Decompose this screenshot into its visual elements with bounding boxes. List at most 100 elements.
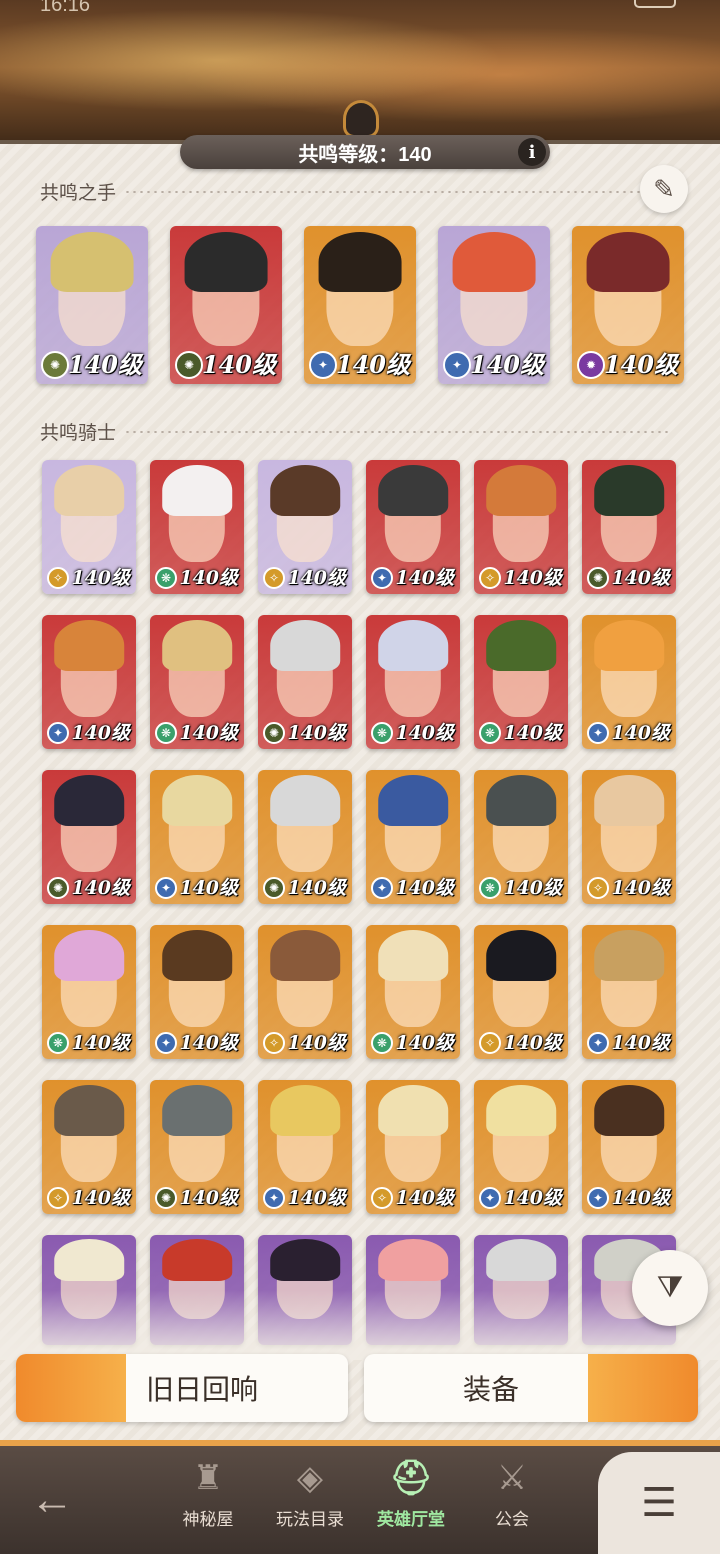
hero-card[interactable]: ✦ 140级 (582, 1080, 676, 1214)
hero-card[interactable]: ❋ 140级 (150, 460, 244, 594)
hero-card[interactable]: ✧ 140级 (474, 460, 568, 594)
hero-level: 140级 (503, 567, 562, 589)
hero-card[interactable]: ✦ 140级 (258, 1080, 352, 1214)
hero-card[interactable]: ❋ 140级 (366, 925, 460, 1059)
nav-catalog[interactable]: ◈ 玩法目录 (265, 1455, 355, 1530)
faction-icon: ❋ (155, 722, 177, 744)
hero-card[interactable]: ✧ 140级 (42, 460, 136, 594)
hero-level: 140级 (287, 1032, 346, 1054)
hero-card[interactable]: ✧ 140级 (258, 925, 352, 1059)
faction-icon: ❋ (155, 567, 177, 589)
hero-portrait-hair (594, 930, 664, 982)
hero-card[interactable]: ❋ 140级 (42, 925, 136, 1059)
resonance-level-bar: 共鸣等级：140 (180, 135, 550, 169)
hero-portrait-hair (486, 1239, 556, 1282)
hero-level: 140级 (611, 567, 670, 589)
nav-hall[interactable]: ⛑ 英雄厅堂 (366, 1455, 456, 1530)
faction-icon: ✦ (587, 722, 609, 744)
knight-section-title: 共鸣骑士 (40, 418, 670, 445)
hero-level: 140级 (201, 350, 276, 379)
echo-button[interactable]: 旧日回响 (16, 1354, 348, 1422)
hero-portrait-hair (54, 1239, 124, 1282)
hero-portrait-hair (54, 930, 124, 982)
hero-card[interactable]: ❋ 140级 (366, 615, 460, 749)
hero-card[interactable]: ✺ 140级 (36, 226, 148, 384)
faction-icon: ✦ (155, 877, 177, 899)
hero-card[interactable]: ✧ 140级 (366, 1080, 460, 1214)
hero-portrait-hair (270, 465, 340, 517)
hero-card[interactable]: ✧ 140级 (582, 770, 676, 904)
equip-art-icon (588, 1354, 698, 1422)
back-arrow-icon: ← (30, 1475, 74, 1524)
info-button[interactable]: i (518, 138, 546, 166)
divider (124, 430, 670, 433)
hero-card[interactable]: ✧ 140级 (474, 925, 568, 1059)
hero-level: 140级 (395, 722, 454, 744)
battery-icon (634, 0, 676, 8)
nav-mystery[interactable]: ♜ 神秘屋 (163, 1455, 253, 1530)
hero-level: 140级 (179, 567, 238, 589)
hero-level: 140级 (395, 1032, 454, 1054)
hero-level: 140级 (503, 1032, 562, 1054)
faction-icon: ✧ (479, 1032, 501, 1054)
hand-section-title: 共鸣之手 (40, 178, 670, 205)
hero-level: 140级 (503, 877, 562, 899)
hero-card[interactable]: ✺ 140级 (258, 615, 352, 749)
hero-card[interactable]: ✹ 140级 (572, 226, 684, 384)
hero-portrait-hair (378, 775, 448, 827)
hero-card[interactable]: ✦ 140级 (474, 1080, 568, 1214)
hero-level: 140级 (71, 567, 130, 589)
hero-level: 140级 (611, 1032, 670, 1054)
hero-portrait-hair (162, 620, 232, 672)
hero-portrait-hair (270, 1239, 340, 1282)
hero-level: 140级 (71, 1032, 130, 1054)
echo-art-icon (16, 1354, 126, 1422)
hero-card[interactable]: ❋ 140级 (474, 615, 568, 749)
hero-card[interactable]: ✦ 140级 (304, 226, 416, 384)
hero-level: 140级 (395, 1187, 454, 1209)
hero-level: 140级 (395, 567, 454, 589)
hero-card[interactable]: ✦ 140级 (438, 226, 550, 384)
faction-icon: ✺ (47, 877, 69, 899)
hero-level: 140级 (395, 877, 454, 899)
hero-portrait-hair (586, 232, 670, 293)
faction-icon: ✦ (309, 351, 337, 379)
hero-portrait-hair (318, 232, 402, 293)
hero-card[interactable]: ✦ 140级 (366, 460, 460, 594)
back-button[interactable]: ← (30, 1475, 74, 1525)
quill-button[interactable]: ✎ (640, 165, 688, 213)
faction-icon: ✧ (587, 877, 609, 899)
hero-level: 140级 (287, 722, 346, 744)
equip-button[interactable]: 装备 (364, 1354, 698, 1422)
faction-icon: ❋ (479, 722, 501, 744)
hero-level: 140级 (287, 567, 346, 589)
hero-card[interactable]: ✺ 140级 (258, 770, 352, 904)
hero-card[interactable]: ✺ 140级 (150, 1080, 244, 1214)
hero-card[interactable]: ❋ 140级 (474, 770, 568, 904)
hero-card[interactable]: ✦ 140级 (366, 770, 460, 904)
hero-portrait-hair (378, 1085, 448, 1137)
faction-icon: ✺ (155, 1187, 177, 1209)
hero-card[interactable]: ✺ 140级 (42, 770, 136, 904)
hero-card[interactable]: ❋ 140级 (150, 615, 244, 749)
hero-card[interactable]: ✦ 140级 (582, 925, 676, 1059)
filter-button[interactable]: ⧩ (632, 1250, 708, 1326)
hero-portrait-hair (594, 620, 664, 672)
hero-card[interactable]: ✺ 140级 (170, 226, 282, 384)
hero-card[interactable]: ✦ 140级 (42, 615, 136, 749)
hero-card[interactable]: ✦ 140级 (150, 925, 244, 1059)
hero-card[interactable]: ✧ 140级 (258, 460, 352, 594)
hero-portrait-hair (378, 930, 448, 982)
hero-portrait-hair (486, 620, 556, 672)
faction-icon: ❋ (479, 877, 501, 899)
hero-card[interactable]: ✺ 140级 (582, 460, 676, 594)
nav-guild[interactable]: ⚔ 公会 (467, 1455, 557, 1530)
faction-icon: ✦ (371, 567, 393, 589)
hero-card[interactable]: ✧ 140级 (42, 1080, 136, 1214)
hero-portrait-hair (162, 1239, 232, 1282)
hero-card[interactable]: ✦ 140级 (582, 615, 676, 749)
hero-portrait-hair (378, 620, 448, 672)
hero-card[interactable]: ✦ 140级 (150, 770, 244, 904)
menu-button[interactable]: ☰ (598, 1452, 720, 1554)
helmet-emblem-icon (343, 100, 379, 138)
